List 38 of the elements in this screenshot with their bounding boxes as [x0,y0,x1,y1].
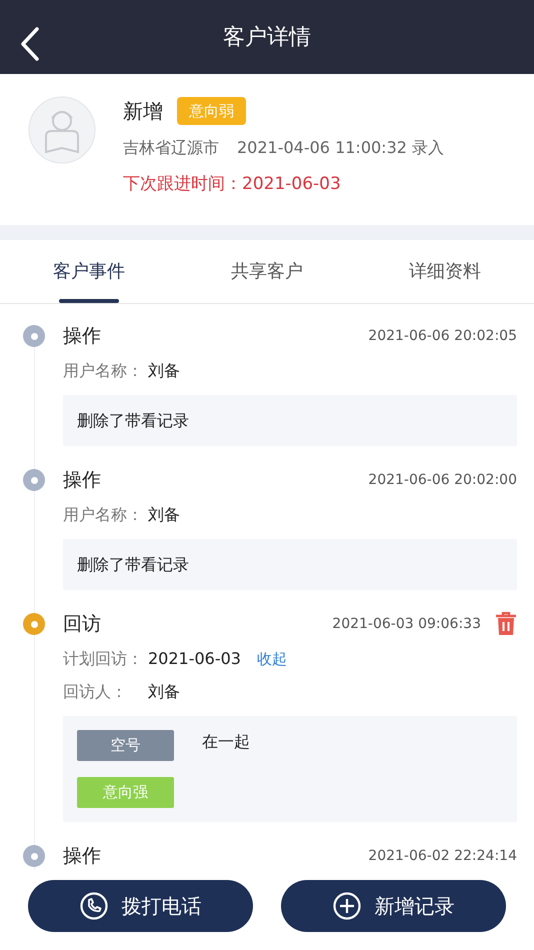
event-note: 删除了带看记录 [63,395,517,446]
result-tag: 空号 [77,730,174,761]
field-value: 刘备 [148,360,180,382]
tab[interactable]: 客户事件 [0,240,178,303]
screen-title: 客户详情 [223,24,311,52]
created-time: 2021-04-06 11:00:32 录入 [237,137,444,159]
event-note: 删除了带看记录 [63,539,517,590]
customer-name: 新增 [123,98,163,125]
intent-tag: 意向弱 [177,97,246,125]
visit-note: 在一起 [202,731,250,753]
event-title: 回访 [63,612,101,637]
back-icon[interactable] [20,27,40,61]
collapse-link[interactable]: 收起 [256,648,287,670]
plus-circle-icon [332,892,360,920]
event-time: 2021-06-03 09:06:33 [332,614,481,634]
trash-icon[interactable] [495,612,517,636]
field-label: 计划回访： [63,648,144,670]
tab[interactable]: 详细资料 [356,240,534,303]
event-title: 操作 [63,324,101,349]
tab[interactable]: 共享客户 [178,240,356,303]
customer-location: 吉林省辽源市 [123,137,219,159]
avatar-icon [28,96,96,164]
event-time: 2021-06-06 20:02:00 [368,470,517,490]
field-label: 用户名称： [63,360,144,382]
add-record-button[interactable]: 新增记录 [281,880,506,932]
phone-icon [80,892,108,920]
field-label: 回访人： [63,681,128,703]
event-title: 操作 [63,468,101,493]
event-title: 操作 [63,844,101,869]
field-value: 刘备 [148,504,180,526]
field-label: 用户名称： [63,504,144,526]
field-value: 2021-06-03 [148,648,241,670]
followup-date: 下次跟进时间：2021-06-03 [123,173,342,196]
field-value: 刘备 [148,681,180,703]
event-time: 2021-06-06 20:02:05 [368,326,517,346]
event-time: 2021-06-02 22:24:14 [368,846,517,866]
result-tag: 意向强 [77,777,174,808]
call-button[interactable]: 拨打电话 [28,880,253,932]
